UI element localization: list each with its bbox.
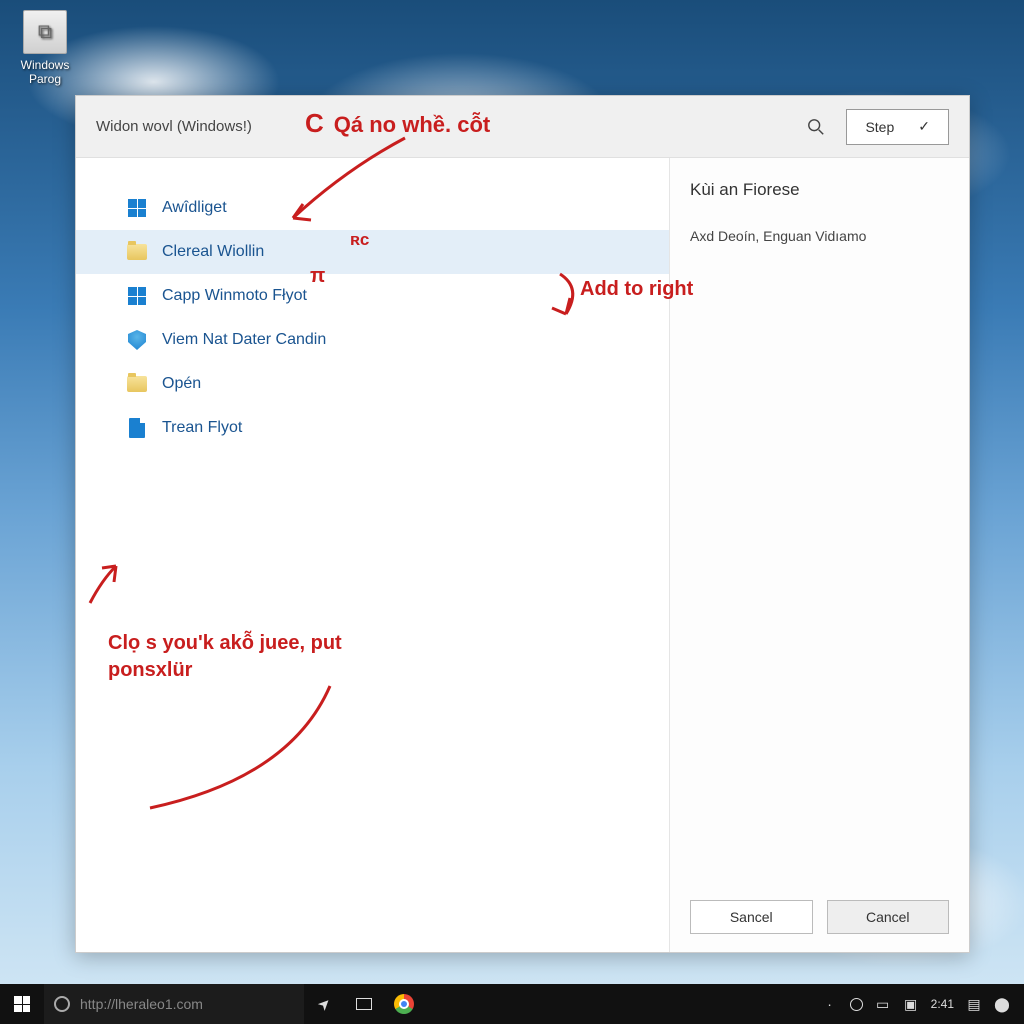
- menu-item-trean-flyot[interactable]: Trean Flyot: [76, 406, 669, 450]
- menu-item-label: Clereal Wiollin: [162, 243, 264, 261]
- taskview-icon[interactable]: [344, 984, 384, 1024]
- shield-icon: [126, 329, 148, 351]
- desktop-shortcut-windows-parog[interactable]: ⧉ Windows Parog: [10, 10, 80, 86]
- menu-item-label: Viem Nat Dater Candin: [162, 331, 326, 349]
- right-pane-title: Kùi an Fiorese: [690, 180, 949, 200]
- folder-icon: [126, 241, 148, 263]
- desktop: ⧉ Windows Parog Widon wovl (Windows!) St…: [0, 0, 1024, 1024]
- dialog-body: Awîdliget Clereal Wiollin Capp Winmoto F…: [76, 158, 969, 952]
- sancel-button[interactable]: Sancel: [690, 900, 813, 934]
- windows-tiles-icon: [126, 285, 148, 307]
- menu-item-label: Capp Winmoto Fłyot: [162, 287, 307, 305]
- checkmark-icon: ✓: [918, 118, 930, 135]
- tray-action-center-icon[interactable]: ▤: [966, 996, 982, 1012]
- cortana-icon: [54, 996, 70, 1012]
- tray-battery-icon[interactable]: ▭: [875, 996, 891, 1012]
- taskbar: http://lheraleo1.com ➤ · ▭ ▣ 2:41 ▤ ⬤: [0, 984, 1024, 1024]
- desktop-shortcut-label: Windows Parog: [10, 58, 80, 86]
- right-pane-subtitle: Axd Deoín, Enguan Vidıamo: [690, 228, 949, 244]
- step-button[interactable]: Step ✓: [846, 109, 949, 145]
- folder-icon: [126, 373, 148, 395]
- cancel-button[interactable]: Cancel: [827, 900, 950, 934]
- left-pane: Awîdliget Clereal Wiollin Capp Winmoto F…: [76, 158, 669, 952]
- menu-item-capp-winmoto[interactable]: Capp Winmoto Fłyot: [76, 274, 669, 318]
- windows-tiles-icon: [126, 197, 148, 219]
- taskbar-search[interactable]: http://lheraleo1.com: [44, 984, 304, 1024]
- menu-item-clereal-wiollin[interactable]: Clereal Wiollin: [76, 230, 669, 274]
- tray-chevron-icon[interactable]: ·: [822, 996, 838, 1012]
- dialog-header: Widon wovl (Windows!) Step ✓: [76, 96, 969, 158]
- right-pane-buttons: Sancel Cancel: [690, 900, 949, 952]
- taskbar-share-icon[interactable]: ➤: [304, 984, 344, 1024]
- document-icon: [126, 417, 148, 439]
- menu-item-viem-nat-dater[interactable]: Viem Nat Dater Candin: [76, 318, 669, 362]
- right-pane: Kùi an Fiorese Axd Deoín, Enguan Vidıamo…: [669, 158, 969, 952]
- menu-item-label: Opén: [162, 375, 201, 393]
- tray-camera-icon[interactable]: ▣: [903, 996, 919, 1012]
- step-button-label: Step: [865, 119, 894, 135]
- system-tray: · ▭ ▣ 2:41 ▤ ⬤: [822, 996, 1024, 1012]
- tray-clock[interactable]: 2:41: [931, 997, 954, 1011]
- search-icon[interactable]: [804, 115, 828, 139]
- menu-item-awidliget[interactable]: Awîdliget: [76, 186, 669, 230]
- menu-item-label: Awîdliget: [162, 199, 227, 217]
- folder-icon: ⧉: [23, 10, 67, 54]
- taskbar-chrome[interactable]: [384, 984, 424, 1024]
- menu-item-label: Trean Flyot: [162, 419, 242, 437]
- menu-item-open[interactable]: Opén: [76, 362, 669, 406]
- tray-circle-icon[interactable]: [850, 998, 863, 1011]
- tray-location-icon[interactable]: ⬤: [994, 996, 1010, 1012]
- taskbar-search-placeholder: http://lheraleo1.com: [80, 996, 203, 1012]
- dialog-title: Widon wovl (Windows!): [96, 118, 252, 135]
- start-button[interactable]: [0, 984, 44, 1024]
- dialog-window: Widon wovl (Windows!) Step ✓ Awîdliget C…: [75, 95, 970, 953]
